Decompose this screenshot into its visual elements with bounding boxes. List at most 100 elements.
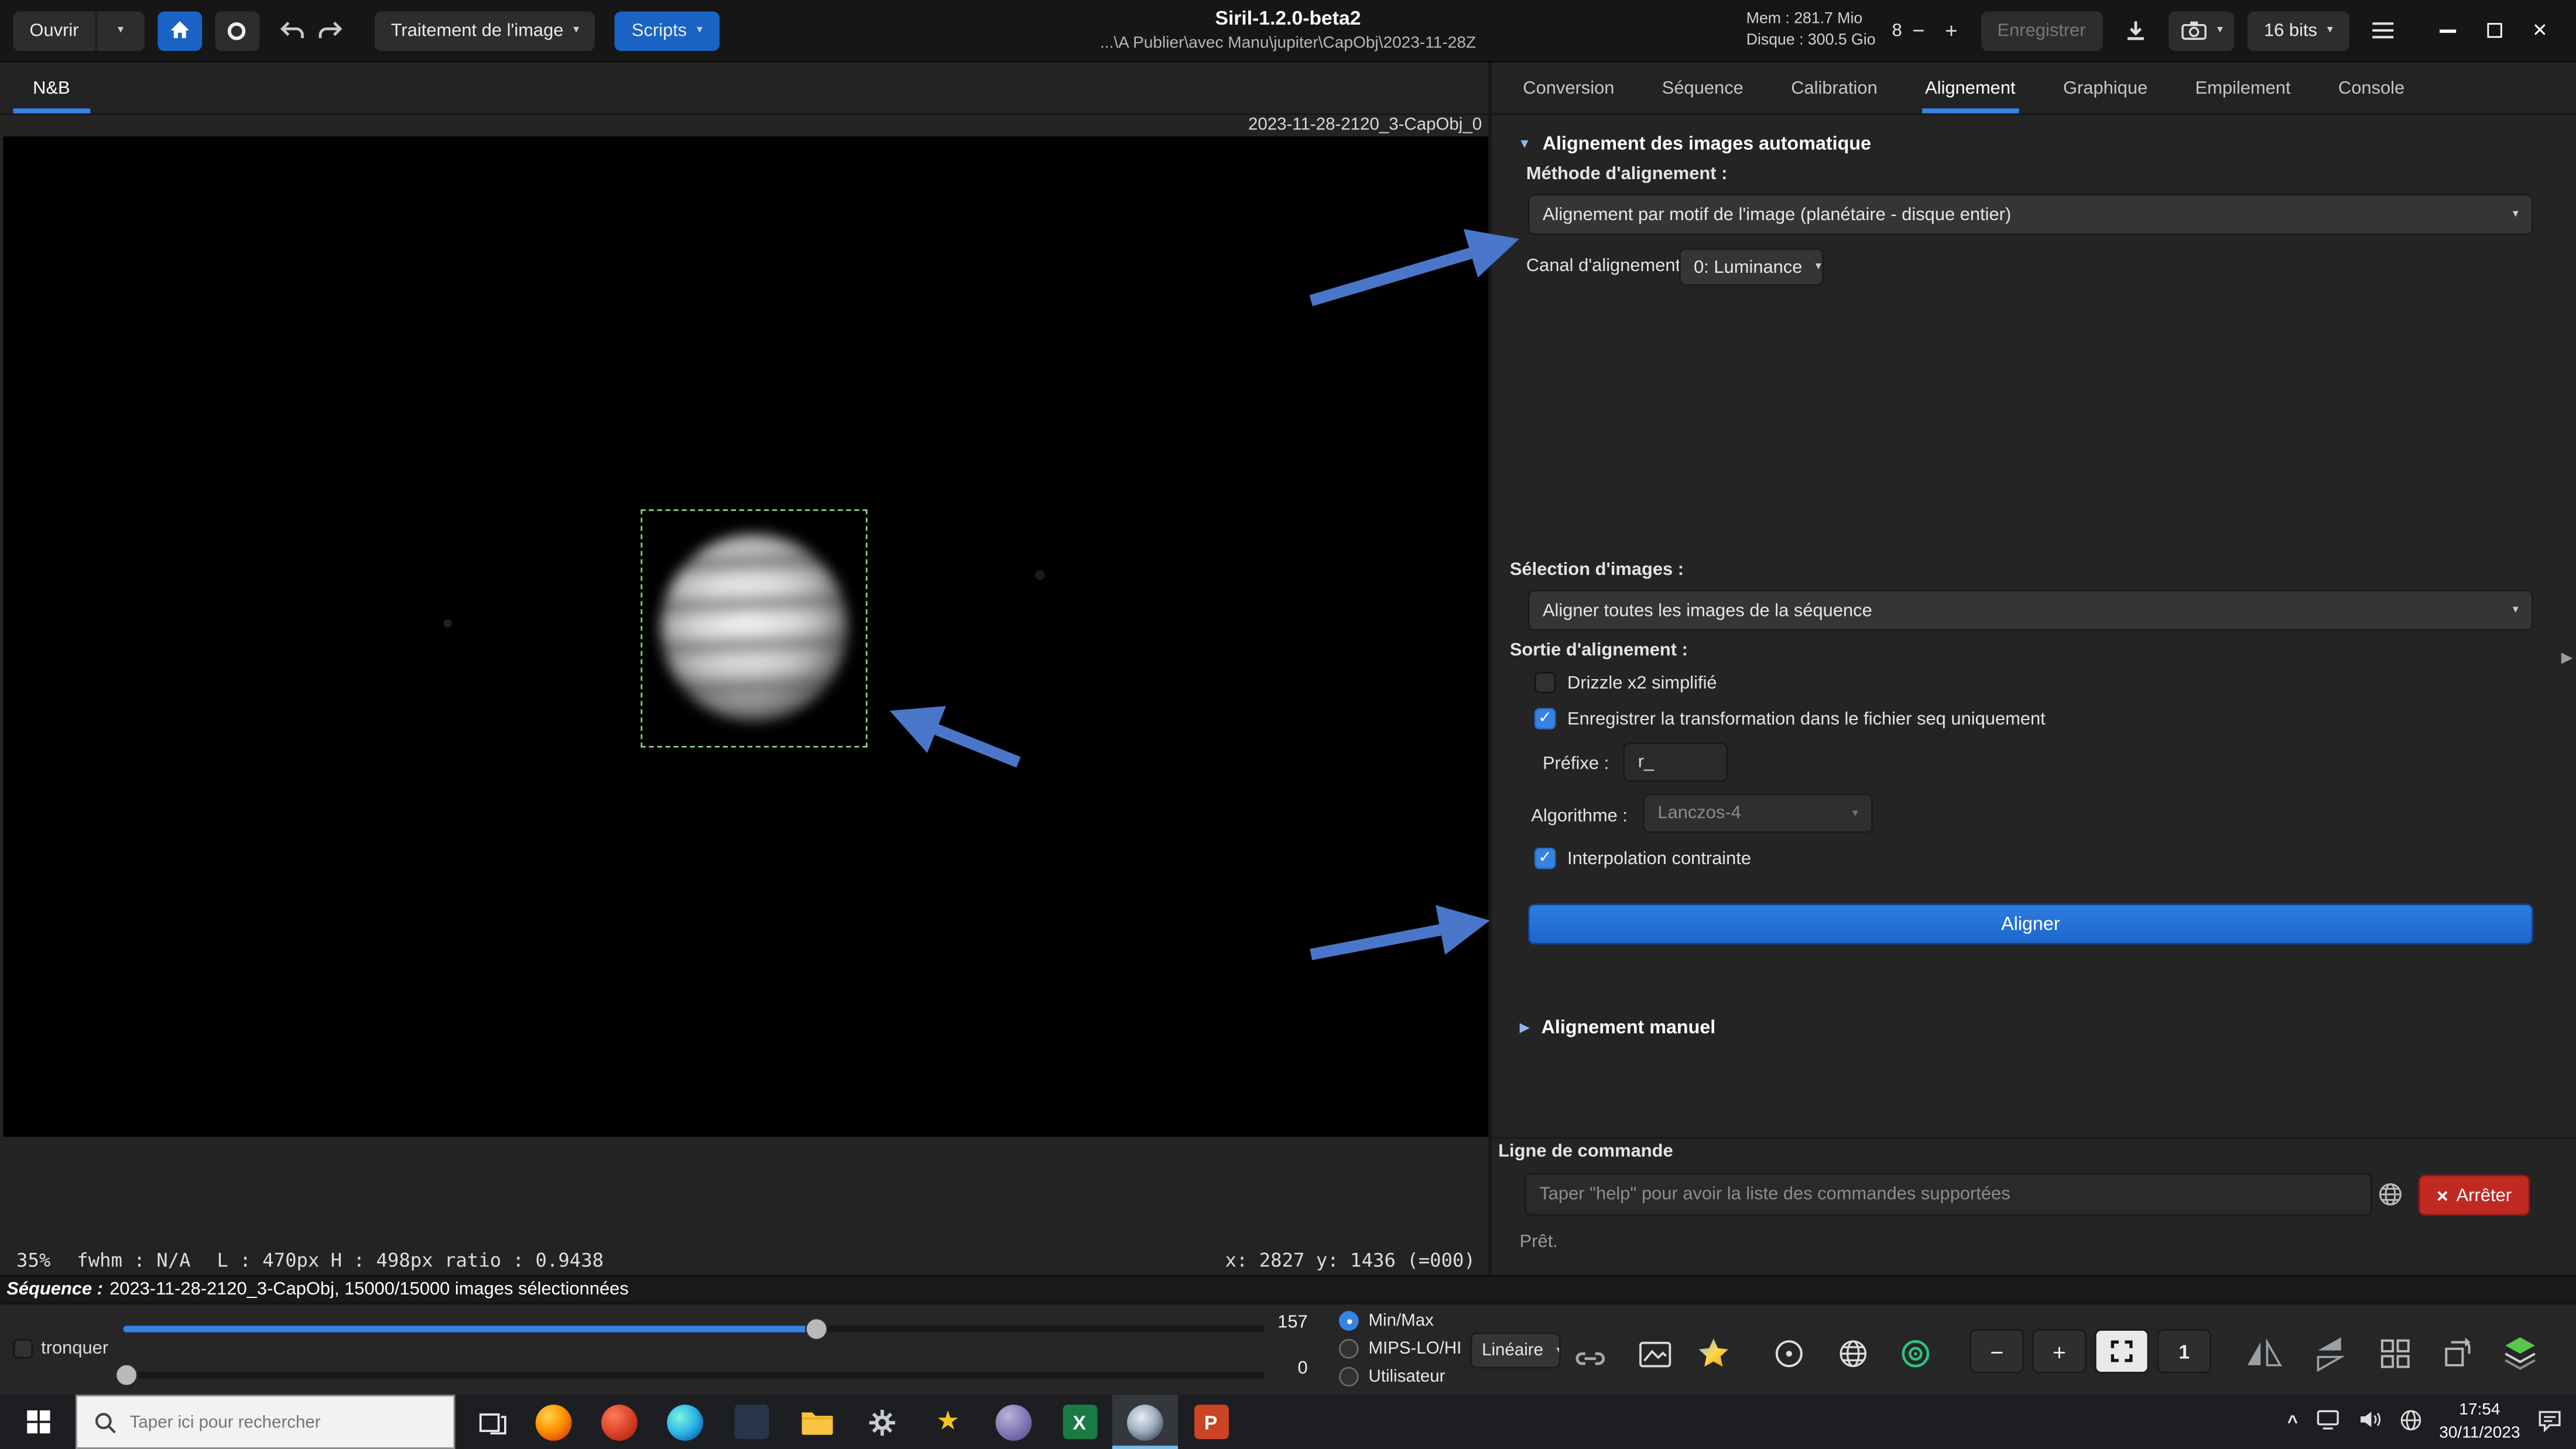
star-detection-button[interactable] xyxy=(1694,1334,1733,1373)
fit-to-window-icon xyxy=(2109,1339,2134,1364)
scale-mode-user[interactable]: Utilisateur xyxy=(1339,1365,1445,1388)
panel-collapse-handle[interactable]: ▶ xyxy=(2561,649,2572,667)
image-canvas[interactable]: 2023-11-28-2120_3-CapObj_0 xyxy=(0,115,1488,1136)
taskbar-app-siril[interactable] xyxy=(1112,1395,1178,1449)
scripts-menu-button[interactable]: Scripts ▾ xyxy=(615,11,719,50)
taskbar-app-explorer[interactable] xyxy=(784,1395,849,1449)
taskbar-app-dark[interactable] xyxy=(718,1395,783,1449)
tab-nb[interactable]: N&B xyxy=(13,63,90,114)
taskbar-app-excel[interactable]: X xyxy=(1046,1395,1112,1449)
zoom-fit-button[interactable] xyxy=(2095,1329,2149,1373)
stop-button[interactable]: × Arrêter xyxy=(2419,1174,2530,1215)
truncate-checkbox[interactable]: ✓ xyxy=(13,1339,33,1359)
auto-align-expander[interactable]: ▼ Alignement des images automatique xyxy=(1518,135,1871,155)
taskbar-app-edge[interactable] xyxy=(652,1395,718,1449)
save-transform-checkbox[interactable]: ✓ xyxy=(1534,708,1556,729)
scale-mode-mips[interactable]: MIPS-LO/HI xyxy=(1339,1337,1461,1360)
selection-box[interactable] xyxy=(640,509,867,748)
flip-horizontal-button[interactable] xyxy=(2244,1334,2283,1373)
image-display[interactable] xyxy=(4,136,1489,1137)
tab-alignement[interactable]: Alignement xyxy=(1922,63,2019,114)
undo-button[interactable] xyxy=(273,11,312,50)
volume-tray-icon[interactable] xyxy=(2357,1410,2382,1434)
method-combobox[interactable]: Alignement par motif de l'image (planéta… xyxy=(1528,194,2533,235)
photometry-target-icon xyxy=(1899,1337,1932,1370)
start-button[interactable] xyxy=(0,1395,76,1449)
astrometry-button[interactable] xyxy=(1834,1334,1873,1373)
open-button[interactable]: Ouvrir xyxy=(13,11,95,50)
tab-graphique[interactable]: Graphique xyxy=(2060,63,2150,114)
photometry-button[interactable] xyxy=(1896,1334,1935,1373)
annotations-button[interactable] xyxy=(1635,1334,1674,1373)
globe-icon xyxy=(2377,1181,2403,1208)
zoom-out-preview-button[interactable]: − xyxy=(1902,11,1935,50)
taskbar-app-red[interactable] xyxy=(587,1395,652,1449)
interpolation-checkbox[interactable]: ✓ xyxy=(1534,848,1556,869)
home-button[interactable] xyxy=(157,11,202,50)
rotate-button[interactable] xyxy=(2438,1334,2477,1373)
tab-empilement[interactable]: Empilement xyxy=(2192,63,2294,114)
taskbar-app-gray[interactable] xyxy=(981,1395,1046,1449)
taskbar-clock[interactable]: 17:54 30/11/2023 xyxy=(2439,1400,2520,1444)
algorithm-label: Algorithme : xyxy=(1531,807,1628,827)
taskbar-app-powerpoint[interactable]: P xyxy=(1178,1395,1244,1449)
psf-button[interactable] xyxy=(1769,1334,1808,1373)
drizzle-checkbox[interactable]: ✓ xyxy=(1534,672,1556,693)
lo-slider[interactable] xyxy=(123,1372,1265,1378)
close-button[interactable]: × xyxy=(2517,6,2563,55)
redo-button[interactable] xyxy=(312,11,351,50)
image-viewer-area: N&B 2023-11-28-2120_3-CapObj_0 35% fwhm … xyxy=(0,63,1488,1275)
hamburger-menu-button[interactable] xyxy=(2362,11,2402,50)
tab-console[interactable]: Console xyxy=(2335,63,2407,114)
snapshot-button[interactable]: ▾ xyxy=(2168,11,2235,50)
channel-combobox[interactable]: 0: Luminance ▾ xyxy=(1679,248,1824,286)
system-tray: ^ 17:54 30/11/2023 xyxy=(2287,1395,2576,1449)
lo-slider-handle[interactable] xyxy=(115,1364,138,1386)
zoom-in-preview-button[interactable]: + xyxy=(1935,11,1968,50)
command-input[interactable] xyxy=(1525,1173,2372,1216)
minimize-button[interactable] xyxy=(2425,6,2471,55)
search-input[interactable] xyxy=(77,1396,454,1447)
rgb-layers-button[interactable] xyxy=(2500,1334,2540,1373)
align-button[interactable]: Aligner xyxy=(1528,903,2533,944)
binning-button[interactable] xyxy=(2376,1334,2415,1373)
taskbar-search[interactable] xyxy=(76,1395,455,1449)
tab-conversion[interactable]: Conversion xyxy=(1520,63,1618,114)
zoom-in-button[interactable]: + xyxy=(2032,1329,2087,1373)
prefix-input[interactable] xyxy=(1623,742,1728,782)
zoom-100-button[interactable]: 1 xyxy=(2157,1329,2211,1373)
hi-slider[interactable] xyxy=(123,1326,1265,1332)
display-tray-icon[interactable] xyxy=(2314,1408,2341,1436)
tray-expand-button[interactable]: ^ xyxy=(2287,1412,2298,1432)
flip-vertical-button[interactable] xyxy=(2310,1334,2349,1373)
save-button[interactable]: Enregistrer xyxy=(1981,11,2102,50)
task-view-button[interactable] xyxy=(465,1395,520,1449)
save-as-button[interactable] xyxy=(2115,11,2154,50)
image-processing-menu-button[interactable]: Traitement de l'image ▾ xyxy=(375,11,596,50)
siril-icon xyxy=(1127,1404,1163,1440)
algorithm-combobox: Lanczos-4 ▾ xyxy=(1643,793,1873,833)
bit-depth-selector[interactable]: 16 bits ▾ xyxy=(2248,11,2349,50)
rotate-icon xyxy=(2440,1335,2476,1372)
maximize-button[interactable] xyxy=(2471,6,2517,55)
clock-date: 30/11/2023 xyxy=(2439,1422,2520,1444)
manual-align-expander[interactable]: ▶ Alignement manuel xyxy=(1520,1019,1716,1039)
record-button[interactable] xyxy=(215,11,259,50)
preview-count: 8 xyxy=(1892,20,1902,40)
taskbar-app-star[interactable]: ★ xyxy=(915,1395,981,1449)
scale-mode-minmax[interactable]: Min/Max xyxy=(1339,1309,1434,1332)
hi-slider-handle[interactable] xyxy=(805,1318,828,1341)
action-center-button[interactable] xyxy=(2537,1407,2563,1437)
taskbar-app-firefox[interactable] xyxy=(521,1395,587,1449)
tab-calibration[interactable]: Calibration xyxy=(1788,63,1881,114)
file-explorer-icon xyxy=(799,1408,834,1436)
link-channels-button[interactable] xyxy=(1571,1339,1610,1378)
selection-combobox[interactable]: Aligner toutes les images de la séquence… xyxy=(1528,590,2533,631)
open-recent-dropdown[interactable]: ▾ xyxy=(95,11,145,50)
zoom-out-button[interactable]: − xyxy=(1970,1329,2025,1373)
online-help-button[interactable] xyxy=(2376,1180,2406,1210)
tab-sequence[interactable]: Séquence xyxy=(1659,63,1746,114)
network-tray-icon[interactable] xyxy=(2398,1407,2423,1437)
taskbar-app-settings[interactable] xyxy=(849,1395,915,1449)
display-mode-combobox[interactable]: Linéaire ▾ xyxy=(1470,1332,1560,1369)
